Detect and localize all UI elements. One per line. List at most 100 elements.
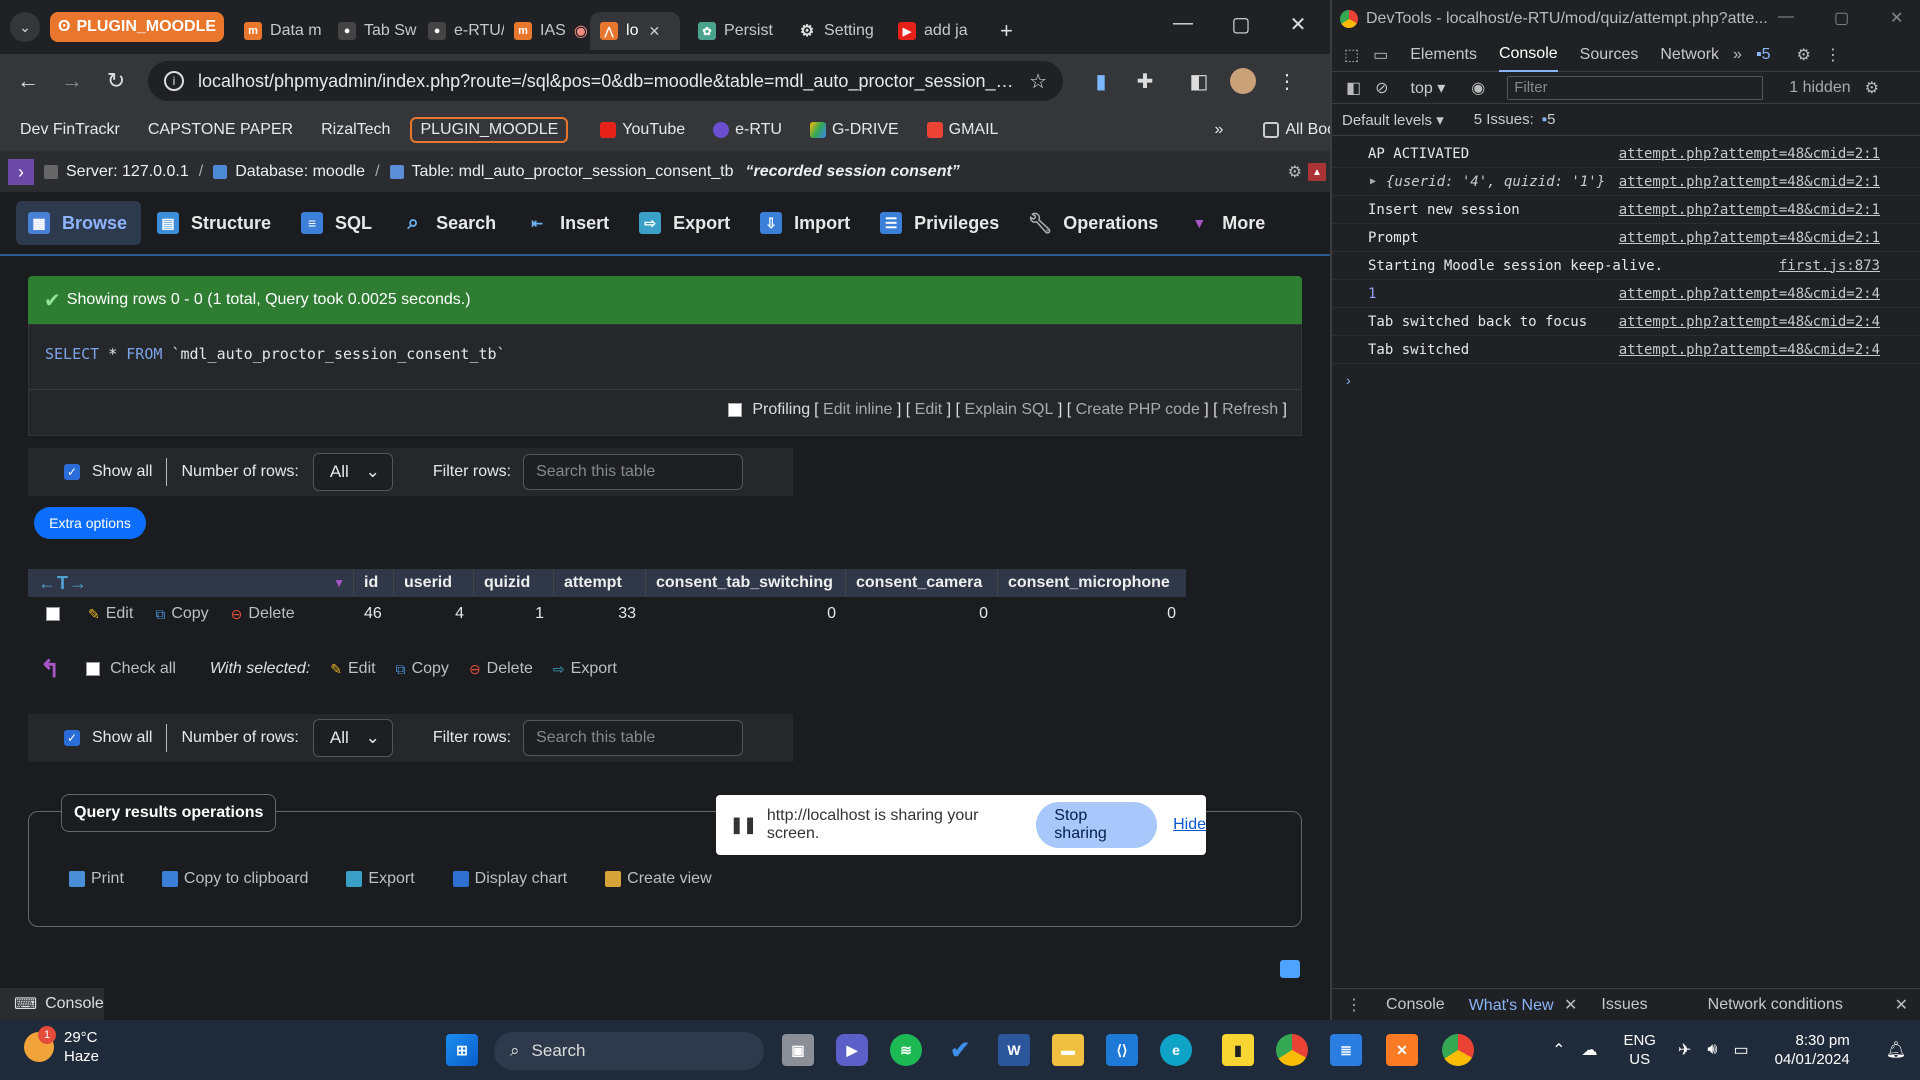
devtools-tab-elements[interactable]: Elements [1410, 38, 1477, 72]
column-header-attempt[interactable]: attempt [554, 569, 646, 597]
drawer-tab-console[interactable]: Console [1386, 996, 1445, 1014]
drawer-tab-issues[interactable]: Issues [1601, 996, 1647, 1014]
refresh-link[interactable]: Refresh [1222, 401, 1278, 419]
bookmark-capstone-paper[interactable]: CAPSTONE PAPER [140, 117, 301, 143]
battery-icon[interactable]: ▭ [1733, 1040, 1748, 1060]
tab-add-java[interactable]: ▶ add ja [888, 12, 988, 50]
address-bar[interactable]: i localhost/phpmyadmin/index.php?route=/… [148, 61, 1063, 101]
tab-privileges[interactable]: ☰ Privileges [868, 201, 1013, 245]
issues-link[interactable]: 5 Issues: ▪5 [1474, 111, 1556, 128]
column-header-consent-microphone[interactable]: consent_microphone [998, 569, 1186, 597]
clock[interactable]: 8:30 pm 04/01/2024 [1775, 1031, 1850, 1069]
breadcrumb-database[interactable]: Database: moodle [213, 163, 365, 181]
create-view-link[interactable]: Create view [605, 870, 712, 888]
profile-avatar[interactable] [1225, 63, 1261, 99]
column-nav-arrows-icon[interactable]: ←T→ [38, 573, 88, 594]
chevron-up-icon[interactable]: ⌃ [1552, 1040, 1565, 1060]
bulk-copy-button[interactable]: ⧉ Copy [396, 660, 449, 678]
close-window-button[interactable]: ✕ [1890, 8, 1903, 28]
extension-icon[interactable]: ▮ [1083, 63, 1119, 99]
check-all-label[interactable]: Check all [110, 660, 176, 678]
live-expression-eye-icon[interactable]: ◉ [1471, 78, 1485, 98]
devtools-tab-network[interactable]: Network [1660, 38, 1719, 72]
close-drawer-icon[interactable]: ✕ [1895, 995, 1908, 1015]
inspect-element-icon[interactable]: ⬚ [1344, 45, 1359, 65]
console-settings-icon[interactable]: ⚙ [1865, 78, 1879, 98]
cell-quizid[interactable]: 1 [474, 605, 554, 623]
bulk-delete-button[interactable]: ⊖ Delete [469, 660, 533, 678]
tab-data[interactable]: m Data m [234, 12, 328, 50]
log-source-link[interactable]: attempt.php?attempt=48&cmid=2:1 [1619, 146, 1880, 162]
todo-check-icon[interactable]: ✔ [944, 1034, 976, 1066]
message-icon[interactable] [1280, 960, 1300, 978]
console-filter-input[interactable]: Filter [1507, 75, 1764, 100]
row-edit-link[interactable]: ✎ Edit [88, 605, 133, 623]
minimize-button[interactable]: — [1778, 8, 1794, 26]
breadcrumb-server[interactable]: Server: 127.0.0.1 [44, 163, 189, 181]
column-header-id[interactable]: id [354, 569, 394, 597]
issues-badge[interactable]: ▪5 [1756, 46, 1771, 64]
devtools-menu-icon[interactable]: ⋮ [1825, 45, 1841, 65]
bookmark-plugin-moodle[interactable]: PLUGIN_MOODLE [410, 116, 569, 143]
sidebar-toggle-icon[interactable]: ◧ [1346, 78, 1361, 98]
console-prompt-icon[interactable]: › [1346, 372, 1351, 388]
maximize-button[interactable]: ▢ [1834, 8, 1849, 28]
copy-to-clipboard-link[interactable]: Copy to clipboard [161, 870, 308, 888]
log-entry[interactable]: ▶ {userid: '4', quizid: '1'} attempt.php?a… [1332, 168, 1920, 196]
rows-select[interactable]: All ⌄ [312, 453, 393, 491]
vscode-icon[interactable]: ⟨⟩ [1106, 1034, 1138, 1066]
tab-sql[interactable]: ≡ SQL [289, 201, 386, 245]
more-bookmarks-icon[interactable]: » [1206, 117, 1231, 143]
drawer-tab-network-conditions[interactable]: Network conditions [1708, 996, 1843, 1014]
breadcrumb-table[interactable]: Table: mdl_auto_proctor_session_consent_… [389, 163, 734, 181]
print-link[interactable]: Print [69, 870, 124, 888]
settings-gear-icon[interactable]: ⚙ [1797, 45, 1811, 65]
cell-attempt[interactable]: 33 [554, 605, 646, 623]
tab-more[interactable]: ▼ More [1176, 201, 1279, 245]
log-source-link[interactable]: attempt.php?attempt=48&cmid=2:1 [1619, 202, 1880, 218]
tab-group-plugin-moodle[interactable]: ʘ PLUGIN_MOODLE [50, 12, 225, 42]
tab-persist[interactable]: ✿ Persist [688, 12, 788, 50]
pma-console-toggle[interactable]: ⌨ Console [0, 988, 104, 1020]
show-all-checkbox[interactable]: ✓ [64, 464, 80, 480]
weather-widget[interactable]: 1 29°C Haze [24, 1026, 99, 1066]
side-panel-icon[interactable]: ◧ [1181, 63, 1217, 99]
start-windows-icon[interactable]: ⊞ [446, 1034, 478, 1066]
column-header-quizid[interactable]: quizid [474, 569, 554, 597]
chrome-profile-icon[interactable] [1442, 1034, 1474, 1066]
edit-inline-link[interactable]: Edit inline [823, 401, 892, 419]
rows-select[interactable]: All ⌄ [312, 719, 393, 757]
new-tab-button[interactable]: + [990, 12, 1023, 50]
stop-sharing-button[interactable]: Stop sharing [1036, 802, 1158, 848]
filter-rows-input[interactable]: Search this table [523, 720, 744, 756]
column-header-consent-tab-switching[interactable]: consent_tab_switching [646, 569, 846, 597]
tab-browse[interactable]: ▦ Browse [16, 201, 142, 245]
bookmark-star-icon[interactable]: ☆ [1029, 69, 1047, 94]
more-tabs-icon[interactable]: » [1733, 46, 1742, 64]
edge-icon[interactable]: e [1160, 1034, 1192, 1066]
row-checkbox[interactable] [46, 607, 60, 621]
bookmark-e-rtu[interactable]: e-RTU [705, 117, 790, 143]
context-select[interactable]: top ▾ [1411, 78, 1446, 98]
bookmark-rizaltech[interactable]: RizalTech [313, 117, 398, 143]
close-tab-icon[interactable]: ✕ [648, 23, 660, 40]
extensions-puzzle-icon[interactable]: ✚ [1127, 63, 1163, 99]
bookmark-g-drive[interactable]: G-DRIVE [802, 117, 907, 143]
tab-structure[interactable]: ▤ Structure [145, 201, 285, 245]
language-indicator[interactable]: ENG US [1623, 1031, 1656, 1069]
cell-consent-tab-switching[interactable]: 0 [646, 605, 846, 623]
check-all-checkbox[interactable] [86, 662, 101, 676]
log-source-link[interactable]: first.js:873 [1779, 258, 1880, 274]
extra-options-button[interactable]: Extra options [34, 507, 146, 539]
spotify-icon[interactable]: ≋ [890, 1034, 922, 1066]
notification-bell-icon[interactable]: 🔔︎ [1886, 1040, 1906, 1060]
sticky-notes-icon[interactable]: ▮ [1222, 1034, 1254, 1066]
bulk-export-button[interactable]: ⇨ Export [553, 660, 617, 678]
tab-search-button[interactable]: ⌄ [10, 12, 40, 42]
cell-consent-camera[interactable]: 0 [846, 605, 998, 623]
show-all-checkbox[interactable]: ✓ [64, 730, 80, 746]
display-chart-link[interactable]: Display chart [452, 870, 567, 888]
tab-tab-switch[interactable]: ● Tab Sw [328, 12, 418, 50]
network-icon[interactable]: ✈ [1678, 1040, 1691, 1060]
chrome-icon[interactable] [1276, 1034, 1308, 1066]
